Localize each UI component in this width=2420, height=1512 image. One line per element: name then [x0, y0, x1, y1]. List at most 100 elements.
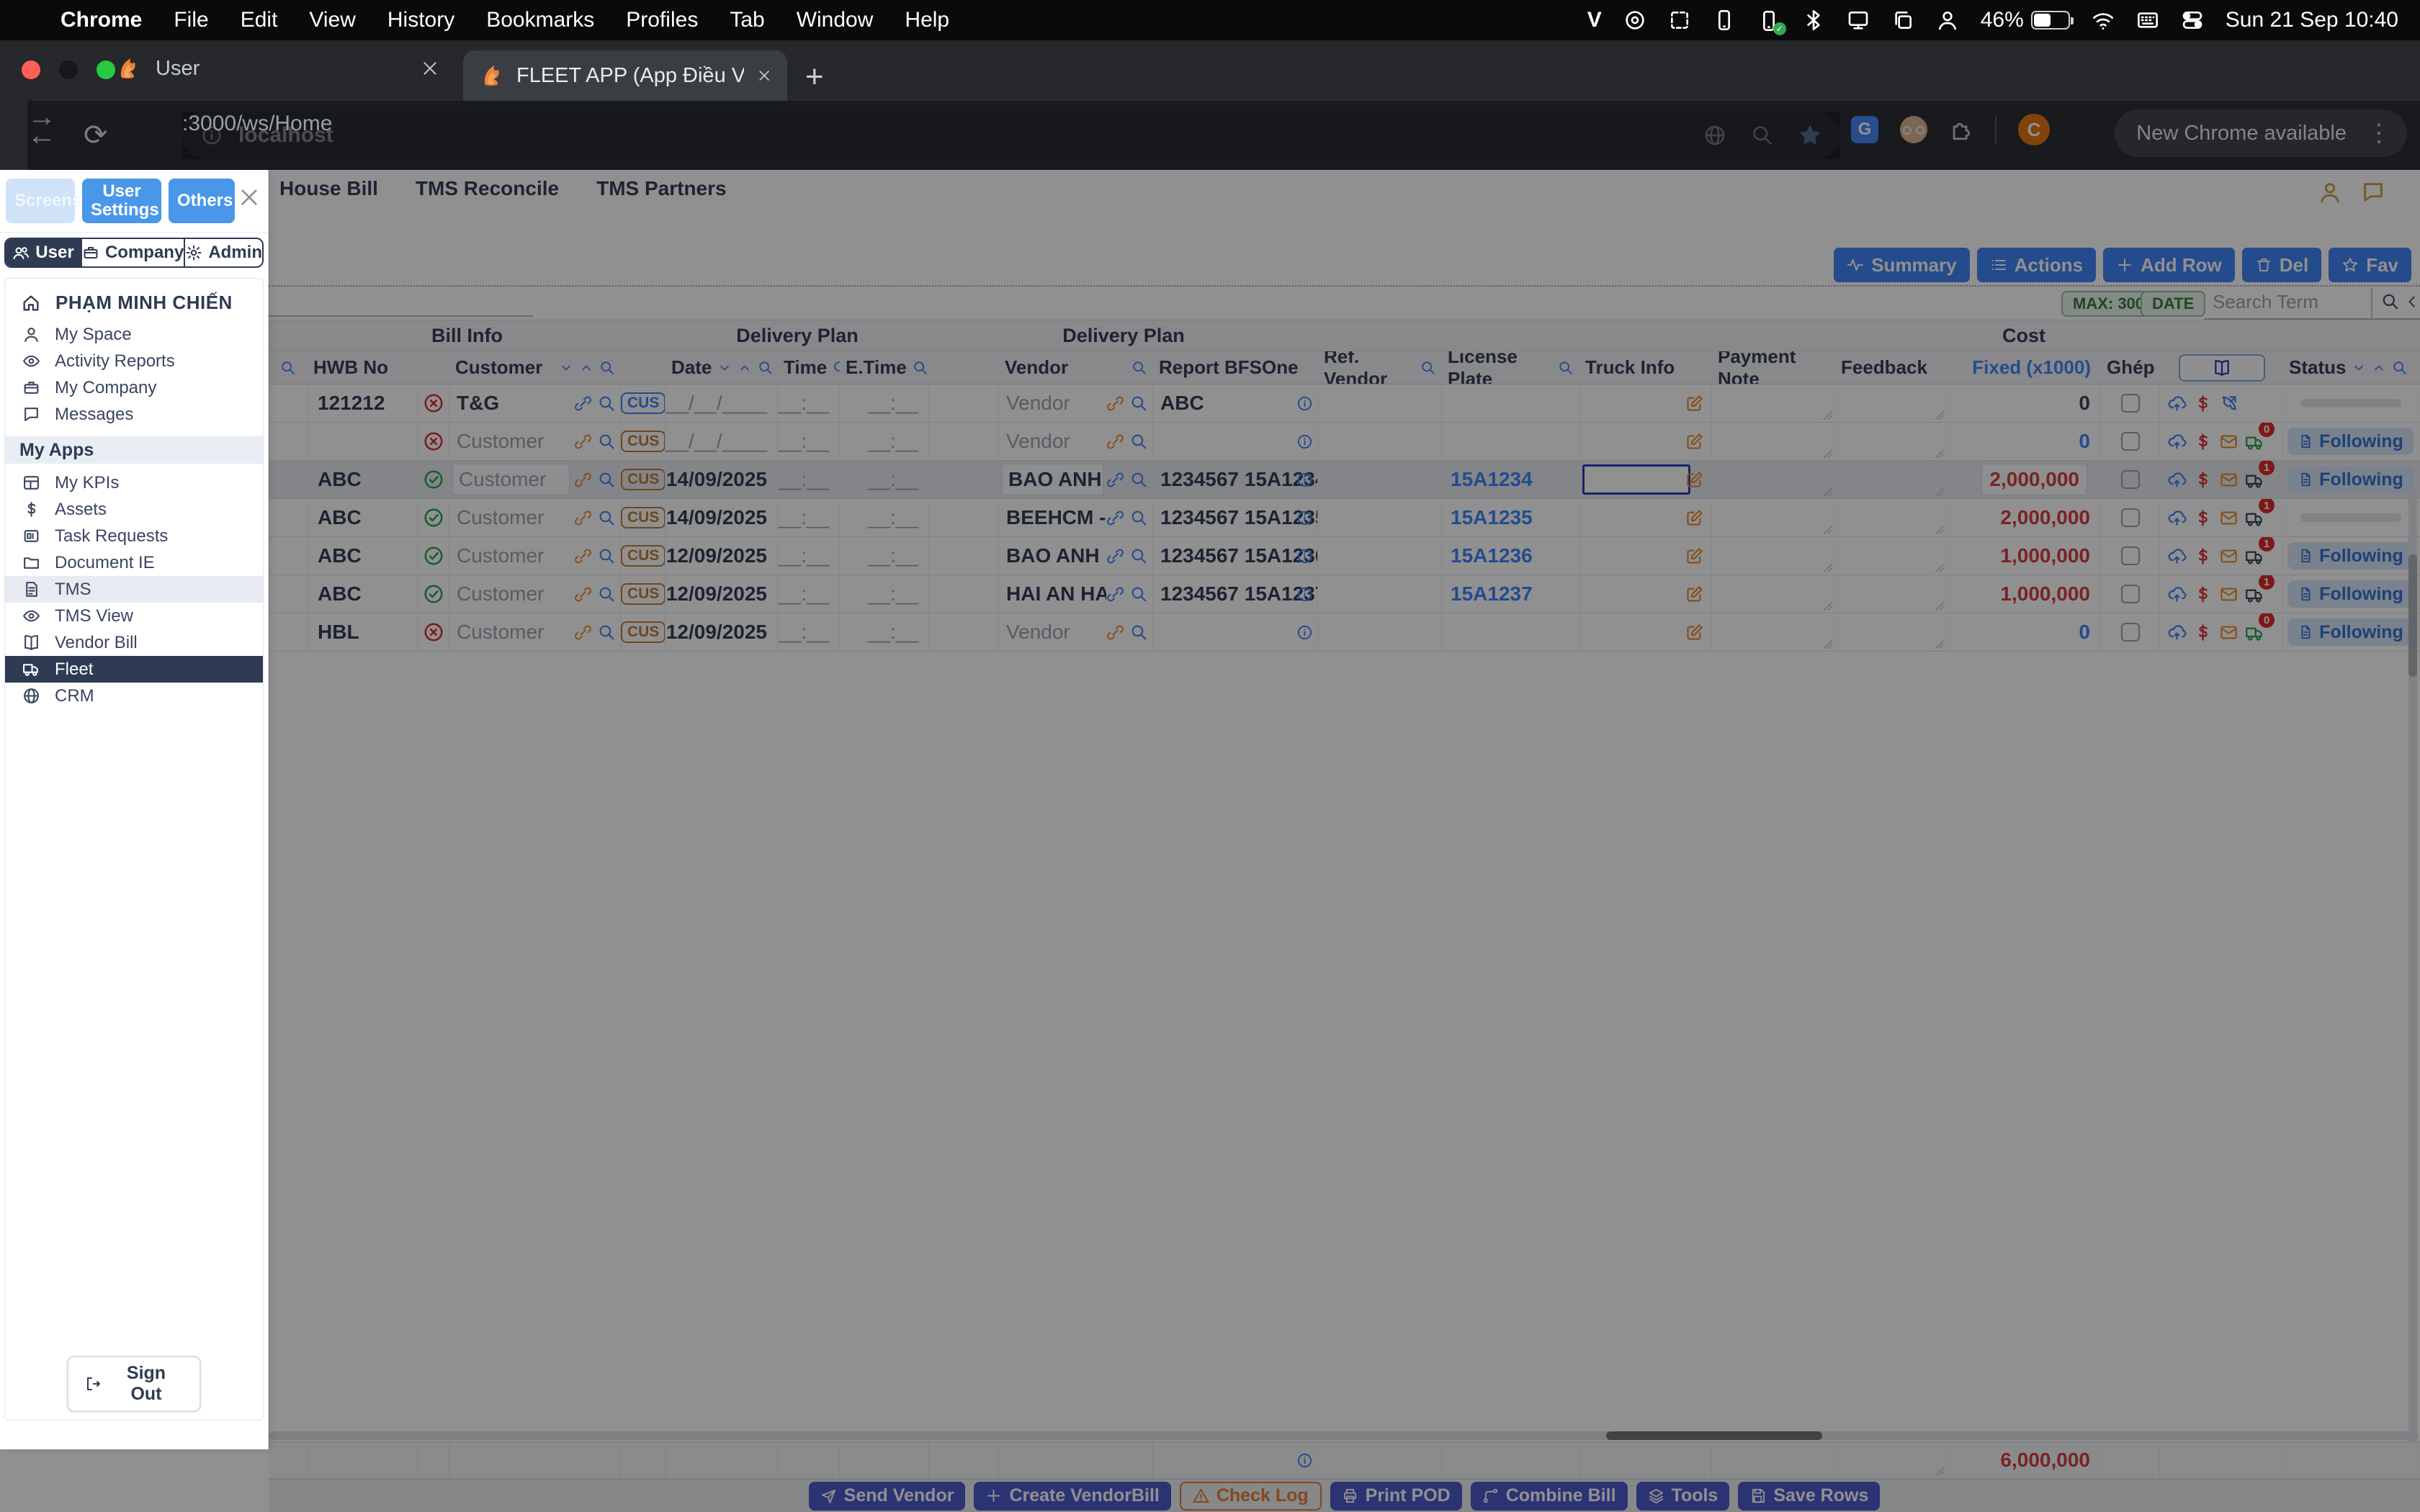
segment-admin[interactable]: Admin: [184, 239, 262, 266]
tab-user-title: User: [156, 57, 200, 81]
people-icon: [12, 244, 30, 261]
case-icon: [22, 379, 40, 397]
globe-icon: [22, 687, 40, 705]
app-item-assets[interactable]: Assets: [5, 496, 263, 523]
datatp-logo-icon: [115, 56, 140, 81]
menu-bar-clock[interactable]: Sun 21 Sep 10:40: [2226, 8, 2398, 32]
logout-icon: [84, 1375, 102, 1392]
menu-item-bookmarks[interactable]: Bookmarks: [486, 8, 594, 32]
display-icon[interactable]: [1847, 9, 1870, 32]
v-logo-icon[interactable]: V: [1587, 8, 1602, 32]
menu-item-tab[interactable]: Tab: [730, 8, 764, 32]
folder-icon: [22, 554, 40, 572]
battery-percent: 46%: [1981, 8, 2024, 32]
sidebar-panel: PHẠM MINH CHIẾN My SpaceActivity Reports…: [4, 278, 264, 1421]
segment-user[interactable]: User: [6, 239, 81, 266]
omnibox[interactable]: localhost:3000/ws/Home: [182, 112, 1840, 159]
record-icon[interactable]: [1623, 9, 1646, 32]
user-settings-sidebar: Screens User Settings Others UserCompany…: [0, 170, 269, 1449]
menu-item-profiles[interactable]: Profiles: [626, 8, 698, 32]
sidebar-item-activity-reports[interactable]: Activity Reports: [5, 348, 263, 374]
close-window-button[interactable]: [22, 60, 40, 79]
person-icon: [22, 325, 40, 343]
menu-app-name[interactable]: Chrome: [60, 8, 142, 32]
menu-item-file[interactable]: File: [174, 8, 208, 32]
battery-icon: [2031, 11, 2070, 30]
minimize-window-button[interactable]: [59, 60, 78, 79]
device-check-icon[interactable]: ✓: [1757, 8, 1780, 32]
sign-out-button[interactable]: Sign Out: [67, 1356, 201, 1412]
chrome-tab-strip: User FLEET APP (App Điều Vận) | D +: [0, 40, 2420, 101]
scope-segmented-control: UserCompanyAdmin: [4, 238, 264, 268]
menu-item-view[interactable]: View: [309, 8, 355, 32]
fleet-app: House BillTMS ReconcileTMS Partners Summ…: [0, 170, 2420, 1512]
tab-fleet-close-icon[interactable]: [757, 66, 771, 85]
app-item-vendor-bill[interactable]: Vendor Bill: [5, 629, 263, 656]
macos-menu-bar: Chrome File Edit View History Bookmarks Profi…: [0, 0, 2420, 40]
user-menu-list: My SpaceActivity ReportsMy CompanyMessag…: [5, 321, 263, 428]
menu-item-edit[interactable]: Edit: [241, 8, 278, 32]
phone-device-icon[interactable]: [1713, 9, 1736, 32]
menu-item-window[interactable]: Window: [797, 8, 874, 32]
sidebar-top-tabs: Screens User Settings Others: [6, 179, 235, 223]
tab-user-settings[interactable]: User Settings: [82, 179, 161, 223]
new-tab-button[interactable]: +: [805, 59, 824, 95]
chat-icon: [22, 405, 40, 423]
eye-icon: [22, 607, 40, 625]
grid-icon: [22, 474, 40, 492]
case-icon: [82, 244, 99, 261]
screenshot-icon[interactable]: [1668, 9, 1691, 32]
app-item-my-kpis[interactable]: My KPIs: [5, 469, 263, 496]
screen: Chrome File Edit View History Bookmarks Profi…: [0, 0, 2420, 1512]
profile-item[interactable]: PHẠM MINH CHIẾN: [5, 284, 263, 321]
sidebar-item-my-space[interactable]: My Space: [5, 321, 263, 348]
sidebar-item-my-company[interactable]: My Company: [5, 374, 263, 401]
window-controls: [22, 60, 115, 79]
menu-items: File Edit View History Bookmarks Profiles Tab W…: [174, 8, 981, 32]
card-icon: [22, 527, 40, 545]
menu-item-history[interactable]: History: [387, 8, 454, 32]
control-center-icon[interactable]: [2181, 9, 2204, 32]
menu-bar-status: V ✓ 46% Sun 21 Sep 10:40: [1587, 8, 2420, 32]
menu-item-help[interactable]: Help: [905, 8, 949, 32]
input-menu-icon[interactable]: [2136, 9, 2159, 32]
url-text: localhost:3000/ws/Home: [238, 123, 333, 148]
tab-screens[interactable]: Screens: [6, 179, 75, 223]
tab-user-close-icon[interactable]: [421, 59, 439, 78]
battery-indicator[interactable]: 46%: [1981, 8, 2070, 32]
app-item-task-requests[interactable]: Task Requests: [5, 523, 263, 549]
chrome-toolbar: ← → ⟳ localhost:3000/ws/Home G C New Chr…: [0, 101, 2420, 170]
docline-icon: [22, 580, 40, 598]
home-icon: [21, 293, 41, 313]
web-content: House BillTMS ReconcileTMS Partners Summ…: [0, 170, 2420, 1512]
eye-icon: [22, 352, 40, 370]
wifi-icon[interactable]: [2092, 9, 2115, 32]
my-apps-list: My KPIsAssetsTask RequestsDocument IETMS…: [5, 469, 263, 709]
tab-fleet-app[interactable]: FLEET APP (App Điều Vận) | D: [463, 50, 787, 101]
app-item-tms[interactable]: TMS: [5, 576, 263, 603]
my-apps-header: My Apps: [5, 436, 263, 464]
app-item-fleet[interactable]: Fleet: [5, 656, 263, 683]
app-item-tms-view[interactable]: TMS View: [5, 603, 263, 629]
app-item-crm[interactable]: CRM: [5, 683, 263, 709]
datatp-logo-icon: [479, 63, 503, 88]
dollar-icon: [22, 500, 40, 518]
fast-user-switch-icon[interactable]: [1936, 9, 1959, 32]
book-icon: [22, 634, 40, 652]
app-item-document-ie[interactable]: Document IE: [5, 549, 263, 576]
sidebar-item-messages[interactable]: Messages: [5, 401, 263, 428]
tab-user[interactable]: User: [115, 56, 439, 81]
profile-name: PHẠM MINH CHIẾN: [55, 292, 233, 314]
bluetooth-icon[interactable]: [1802, 9, 1825, 32]
zoom-window-button[interactable]: [97, 60, 115, 79]
segment-company[interactable]: Company: [81, 239, 184, 266]
gear-icon: [185, 244, 202, 261]
tab-others[interactable]: Others: [169, 179, 235, 223]
divider: [0, 232, 268, 233]
modal-dim-overlay[interactable]: [0, 170, 2420, 1512]
truck-icon: [22, 660, 40, 678]
close-sidebar-icon[interactable]: [238, 186, 261, 209]
menu-bar-left: Chrome File Edit View History Bookmarks Profi…: [0, 8, 981, 32]
stage-manager-icon[interactable]: [1891, 9, 1914, 32]
tab-fleet-title: FLEET APP (App Điều Vận) | D: [516, 64, 744, 88]
